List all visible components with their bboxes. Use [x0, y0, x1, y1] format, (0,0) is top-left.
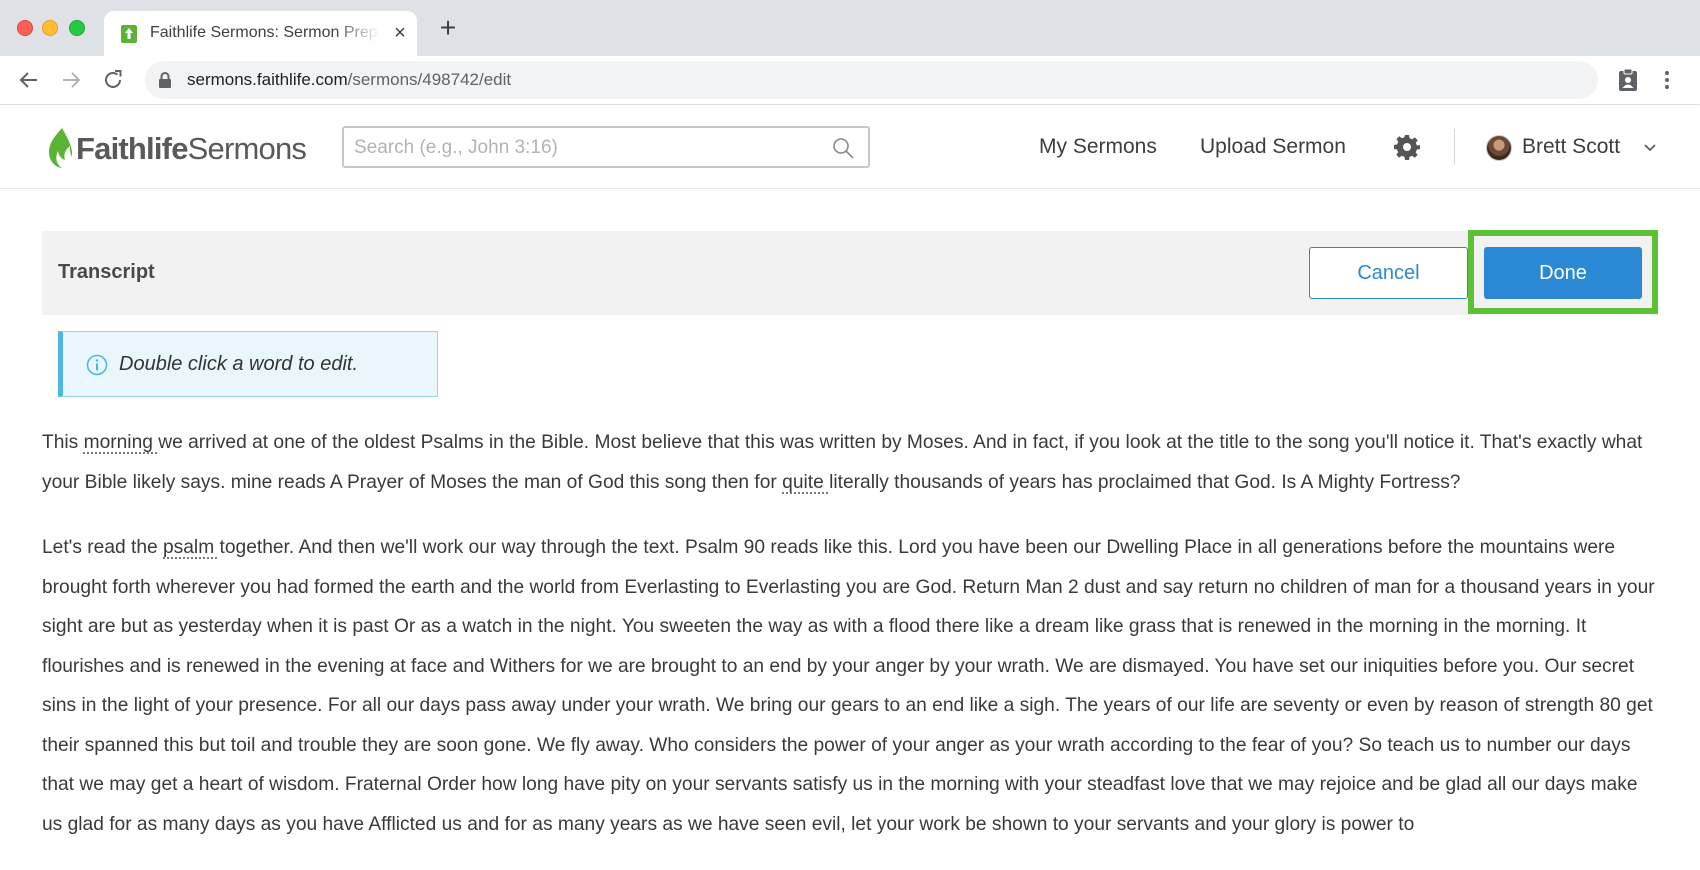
window-zoom-button[interactable] — [69, 20, 85, 36]
window-minimize-button[interactable] — [42, 20, 58, 36]
edited-word[interactable]: quite — [782, 472, 829, 493]
panel-title: Transcript — [58, 261, 155, 284]
tab-title: Faithlife Sermons: Sermon Preparation — [150, 24, 380, 42]
back-arrow-icon[interactable] — [17, 68, 41, 92]
transcript-text[interactable]: Let's read the — [42, 537, 163, 558]
user-name[interactable]: Brett Scott — [1522, 135, 1620, 159]
info-icon — [86, 354, 108, 376]
forward-arrow-icon[interactable] — [59, 68, 83, 92]
transcript-paragraph-2[interactable]: Let's read the psalm together. And then … — [42, 528, 1662, 844]
logo-faithlife: Faithlife — [76, 131, 188, 166]
transcript-panel-header: Transcript Cancel — [42, 231, 1658, 315]
transcript-body: This morning we arrived at one of the ol… — [42, 423, 1662, 870]
logo-wordmark: FaithlifeSermons — [76, 131, 306, 167]
nav-my-sermons[interactable]: My Sermons — [1039, 135, 1157, 159]
window-close-button[interactable] — [17, 20, 33, 36]
url-host: sermons.faithlife.com — [187, 70, 348, 89]
transcript-text[interactable]: This — [42, 432, 84, 453]
search-icon[interactable] — [832, 137, 854, 159]
gear-icon[interactable] — [1394, 134, 1420, 160]
transcript-text[interactable]: literally thousands of years has proclai… — [829, 472, 1460, 493]
url-path: /sermons/498742/edit — [348, 70, 512, 89]
header-divider — [1454, 129, 1455, 165]
nav-upload-sermon[interactable]: Upload Sermon — [1200, 135, 1346, 159]
transcript-paragraph-1[interactable]: This morning we arrived at one of the ol… — [42, 423, 1662, 502]
reload-icon[interactable] — [101, 68, 125, 92]
chevron-down-icon[interactable] — [1644, 143, 1656, 153]
search-input[interactable] — [354, 136, 814, 160]
edited-word[interactable]: psalm — [163, 537, 220, 558]
logo-sermons: Sermons — [188, 131, 306, 166]
browser-menu-icon[interactable] — [1662, 68, 1672, 92]
cancel-button[interactable]: Cancel — [1309, 247, 1468, 299]
edited-word[interactable]: morning — [84, 432, 159, 453]
search-box — [342, 126, 870, 168]
browser-tab-active[interactable]: Faithlife Sermons: Sermon Preparation × — [104, 11, 417, 56]
faithlife-favicon-icon — [120, 24, 138, 44]
tab-close-icon[interactable]: × — [390, 23, 410, 43]
site-header: FaithlifeSermons My Sermons Upload Sermo… — [0, 105, 1700, 189]
lock-icon — [158, 72, 172, 88]
new-tab-button[interactable]: + — [436, 16, 460, 40]
transcript-text[interactable]: together. And then we'll work our way th… — [42, 537, 1655, 835]
url-text: sermons.faithlife.com/sermons/498742/edi… — [187, 70, 511, 90]
browser-tab-strip: Faithlife Sermons: Sermon Preparation × … — [0, 0, 1700, 56]
clipboard-extension-icon[interactable] — [1617, 68, 1639, 92]
address-bar[interactable]: sermons.faithlife.com/sermons/498742/edi… — [145, 61, 1598, 99]
done-button[interactable]: Done — [1484, 247, 1642, 299]
edit-hint-text: Double click a word to edit. — [119, 353, 358, 376]
user-avatar[interactable] — [1486, 135, 1512, 161]
browser-toolbar: sermons.faithlife.com/sermons/498742/edi… — [0, 56, 1700, 105]
flame-logo-icon — [46, 127, 74, 169]
edit-hint-callout: Double click a word to edit. — [58, 331, 438, 397]
